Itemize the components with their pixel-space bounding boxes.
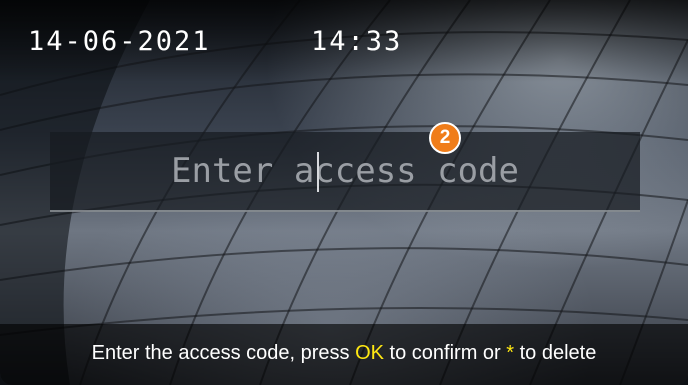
ok-key-label: OK xyxy=(355,342,384,364)
instruction-text: Enter the access code, press OK to confi… xyxy=(0,342,688,365)
date-display: 14-06-2021 xyxy=(28,26,211,57)
access-code-field[interactable] xyxy=(50,132,640,212)
text-cursor xyxy=(317,152,319,192)
callout-marker: 2 xyxy=(429,122,461,154)
instruction-bar: Enter the access code, press OK to confi… xyxy=(0,324,688,385)
star-key-label: * xyxy=(506,342,515,364)
status-bar: 14-06-2021 14:33 xyxy=(0,0,688,82)
instruction-part-1: Enter the access code, press xyxy=(91,342,356,364)
time-display: 14:33 xyxy=(311,26,403,57)
instruction-part-2: to confirm or xyxy=(384,342,507,364)
access-code-input[interactable] xyxy=(50,132,640,210)
instruction-part-3: to delete xyxy=(514,342,597,364)
intercom-screen: 14-06-2021 14:33 2 Enter the access code… xyxy=(0,0,688,385)
